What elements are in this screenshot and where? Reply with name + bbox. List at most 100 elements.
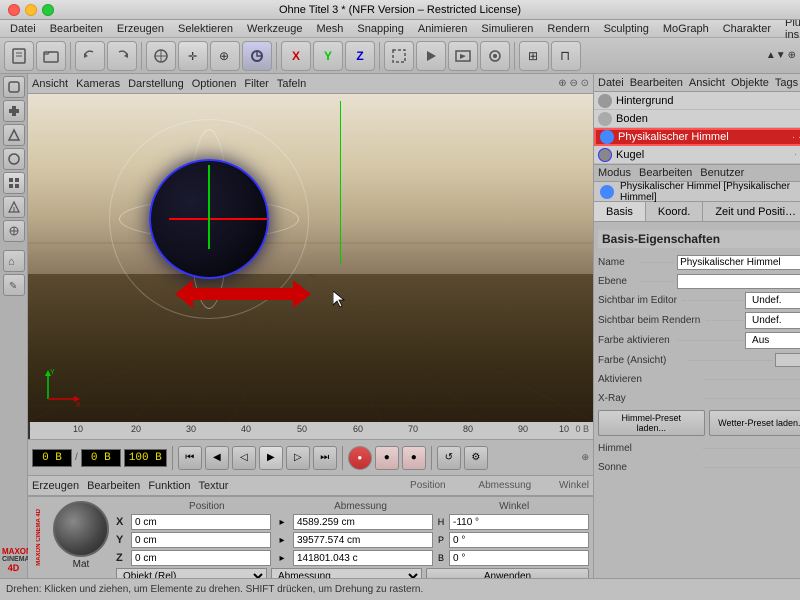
transport-step-fwd[interactable]: ▷ (286, 446, 310, 470)
left-tool-4[interactable] (3, 148, 25, 170)
prop-color-swatch[interactable] (775, 353, 800, 367)
tool-render-to[interactable] (448, 41, 478, 71)
tool-rotate[interactable] (242, 41, 272, 71)
tool-z[interactable]: Z (345, 41, 375, 71)
obj-menu-tags[interactable]: Tags (775, 77, 798, 89)
obj-menu-datei[interactable]: Datei (598, 77, 624, 89)
menu-simulieren[interactable]: Simulieren (475, 22, 539, 36)
tool-render[interactable] (416, 41, 446, 71)
vp-menu-darstellung[interactable]: Darstellung (128, 78, 184, 90)
prop-farbe-akt-select[interactable]: AusAn (745, 332, 800, 349)
vp-menu-tafeln[interactable]: Tafeln (277, 78, 306, 90)
tool-new[interactable] (4, 41, 34, 71)
tool-scale[interactable]: ⊕ (210, 41, 240, 71)
transport-play[interactable]: ▶ (259, 446, 283, 470)
left-tool-5[interactable] (3, 172, 25, 194)
left-tool-2[interactable] (3, 100, 25, 122)
3d-viewport[interactable]: Y X (28, 94, 593, 422)
props-bearbeiten[interactable]: Bearbeiten (639, 167, 692, 179)
sphere-object[interactable] (149, 159, 269, 279)
menu-erzeugen[interactable]: Erzeugen (111, 22, 170, 36)
tool-x[interactable]: X (281, 41, 311, 71)
transport-current-frame[interactable]: 0 B (32, 449, 72, 467)
tool-move[interactable]: ✛ (178, 41, 208, 71)
vp-menu-ansicht[interactable]: Ansicht (32, 78, 68, 90)
left-tool-9[interactable]: ✎ (3, 274, 25, 296)
obj-boden[interactable]: Boden · · (594, 110, 800, 128)
coord-y-pos[interactable] (131, 532, 271, 548)
transport-loop[interactable]: ↺ (437, 446, 461, 470)
transport-record[interactable]: ● (348, 446, 372, 470)
tab-zeit[interactable]: Zeit und Positi… (703, 202, 800, 221)
sphere-mesh[interactable] (149, 159, 269, 279)
coord-mode-select[interactable]: Objekt (Rel) Welt (116, 568, 267, 578)
coord-b-angle[interactable] (449, 550, 589, 566)
bt-textur[interactable]: Textur (199, 480, 229, 492)
coord-z-pos[interactable] (131, 550, 271, 566)
coord-y-size[interactable] (293, 532, 433, 548)
left-tool-3[interactable] (3, 124, 25, 146)
left-tool-7[interactable] (3, 220, 25, 242)
menu-snapping[interactable]: Snapping (351, 22, 410, 36)
left-tool-1[interactable] (3, 76, 25, 98)
menu-selektieren[interactable]: Selektieren (172, 22, 239, 36)
prop-sicht-render-select[interactable]: Undef.AnAus (745, 312, 800, 329)
left-tool-6[interactable] (3, 196, 25, 218)
apply-button[interactable]: Anwenden (426, 568, 589, 578)
obj-menu-ansicht[interactable]: Ansicht (689, 77, 725, 89)
prop-name-input[interactable] (677, 255, 800, 270)
coord-h-angle[interactable] (449, 514, 589, 530)
transport-play-back[interactable]: ◁ (232, 446, 256, 470)
menu-mograph[interactable]: MoGraph (657, 22, 715, 36)
vp-menu-kameras[interactable]: Kameras (76, 78, 120, 90)
tool-open[interactable] (36, 41, 66, 71)
menu-werkzeuge[interactable]: Werkzeuge (241, 22, 308, 36)
bt-funktion[interactable]: Funktion (148, 480, 190, 492)
himmel-preset-btn[interactable]: Himmel-Preset laden... (598, 410, 705, 436)
wetter-preset-btn[interactable]: Wetter-Preset laden... (709, 410, 800, 436)
minimize-button[interactable] (25, 4, 37, 16)
tab-basis[interactable]: Basis (594, 202, 646, 221)
menu-animieren[interactable]: Animieren (412, 22, 474, 36)
transport-end[interactable]: 100 B (124, 449, 167, 467)
props-benutzer[interactable]: Benutzer (700, 167, 744, 179)
vp-menu-filter[interactable]: Filter (244, 78, 268, 90)
tool-render-settings[interactable] (480, 41, 510, 71)
close-button[interactable] (8, 4, 20, 16)
transport-last-frame[interactable]: ⏭ (313, 446, 337, 470)
coord-z-size[interactable] (293, 550, 433, 566)
bt-bearbeiten[interactable]: Bearbeiten (87, 480, 140, 492)
tool-snap[interactable]: ⊞ (519, 41, 549, 71)
bt-erzeugen[interactable]: Erzeugen (32, 480, 79, 492)
maximize-button[interactable] (42, 4, 54, 16)
transport-record-path[interactable]: ● (375, 446, 399, 470)
obj-menu-bearbeiten[interactable]: Bearbeiten (630, 77, 683, 89)
menu-sculpting[interactable]: Sculpting (598, 22, 655, 36)
menu-bearbeiten[interactable]: Bearbeiten (44, 22, 109, 36)
props-modus[interactable]: Modus (598, 167, 631, 179)
transport-settings[interactable]: ⚙ (464, 446, 488, 470)
obj-physhimmel[interactable]: Physikalischer Himmel · · ☀ (594, 128, 800, 146)
menu-mesh[interactable]: Mesh (310, 22, 349, 36)
obj-kugel[interactable]: Kugel · · ☀ (594, 146, 800, 164)
transport-first-frame[interactable]: ⏮ (178, 446, 202, 470)
left-tool-8[interactable]: ⌂ (3, 250, 25, 272)
prop-sicht-editor-select[interactable]: Undef.AnAus (745, 292, 800, 309)
tool-magnet[interactable]: ⊓ (551, 41, 581, 71)
material-thumbnail[interactable] (53, 501, 109, 557)
tool-undo[interactable] (75, 41, 105, 71)
tab-koord[interactable]: Koord. (646, 202, 703, 221)
obj-menu-objekte[interactable]: Objekte (731, 77, 769, 89)
tool-render-region[interactable] (384, 41, 414, 71)
vp-menu-optionen[interactable]: Optionen (192, 78, 237, 90)
tool-live-select[interactable] (146, 41, 176, 71)
menu-charakter[interactable]: Charakter (717, 22, 777, 36)
tool-y[interactable]: Y (313, 41, 343, 71)
coord-p-angle[interactable] (449, 532, 589, 548)
transport-start[interactable]: 0 B (81, 449, 121, 467)
menu-datei[interactable]: Datei (4, 22, 42, 36)
tool-redo[interactable] (107, 41, 137, 71)
menu-rendern[interactable]: Rendern (541, 22, 595, 36)
obj-hintergrund[interactable]: Hintergrund · · (594, 92, 800, 110)
size-mode-select[interactable]: Abmessung Skalierung (271, 568, 422, 578)
